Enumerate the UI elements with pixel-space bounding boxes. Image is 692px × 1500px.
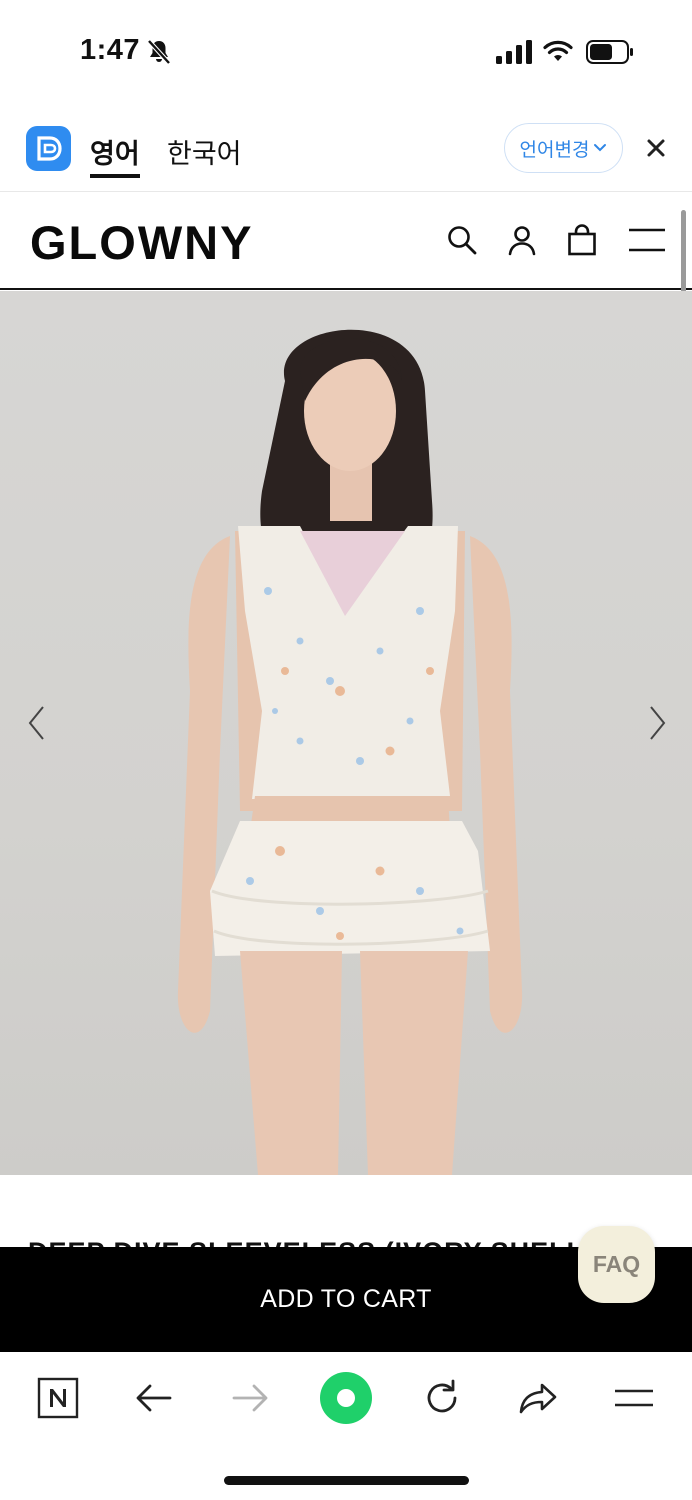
add-to-cart-label: ADD TO CART (260, 1285, 432, 1313)
home-indicator[interactable] (224, 1476, 469, 1485)
tab-english[interactable]: 영어 (90, 132, 140, 178)
browser-toolbar (0, 1352, 692, 1452)
product-title: DEEP DIVE SLEEVELESS (IVORY SHELL) (28, 1237, 594, 1247)
faq-label: FAQ (592, 1251, 641, 1277)
product-image[interactable] (0, 291, 692, 1175)
site-logo[interactable]: GLOWNY (30, 215, 253, 270)
translate-logo (26, 126, 71, 171)
battery-icon (586, 40, 633, 64)
reload-icon[interactable] (420, 1376, 464, 1420)
signal-icon (496, 40, 532, 64)
translate-bar: 영어 한국어 언어변경 (0, 108, 692, 192)
bag-icon[interactable] (565, 223, 599, 257)
menu-icon[interactable] (628, 223, 666, 257)
close-icon[interactable] (640, 132, 672, 164)
forward-icon[interactable] (228, 1376, 272, 1420)
bell-slash-icon (147, 39, 171, 65)
translate-app-icon (37, 136, 62, 161)
green-circle-icon[interactable] (318, 1370, 374, 1426)
back-icon[interactable] (132, 1376, 176, 1420)
chevron-down-icon (594, 144, 607, 152)
user-icon[interactable] (505, 223, 539, 257)
next-image-arrow-icon[interactable] (646, 701, 670, 745)
search-icon[interactable] (445, 223, 479, 257)
site-header: GLOWNY (0, 193, 692, 290)
change-language-button[interactable]: 언어변경 (504, 123, 623, 173)
model-photo (177, 329, 523, 1175)
change-language-label: 언어변경 (519, 139, 590, 161)
naver-icon[interactable] (36, 1376, 80, 1420)
tab-korean[interactable]: 한국어 (167, 132, 242, 178)
status-bar: 1:47 (0, 0, 692, 100)
browser-menu-icon[interactable] (612, 1376, 656, 1420)
share-icon[interactable] (516, 1376, 560, 1420)
status-time: 1:47 (80, 34, 141, 66)
faq-button[interactable]: FAQ (578, 1226, 655, 1303)
prev-image-arrow-icon[interactable] (24, 701, 48, 745)
wifi-icon (543, 40, 573, 61)
